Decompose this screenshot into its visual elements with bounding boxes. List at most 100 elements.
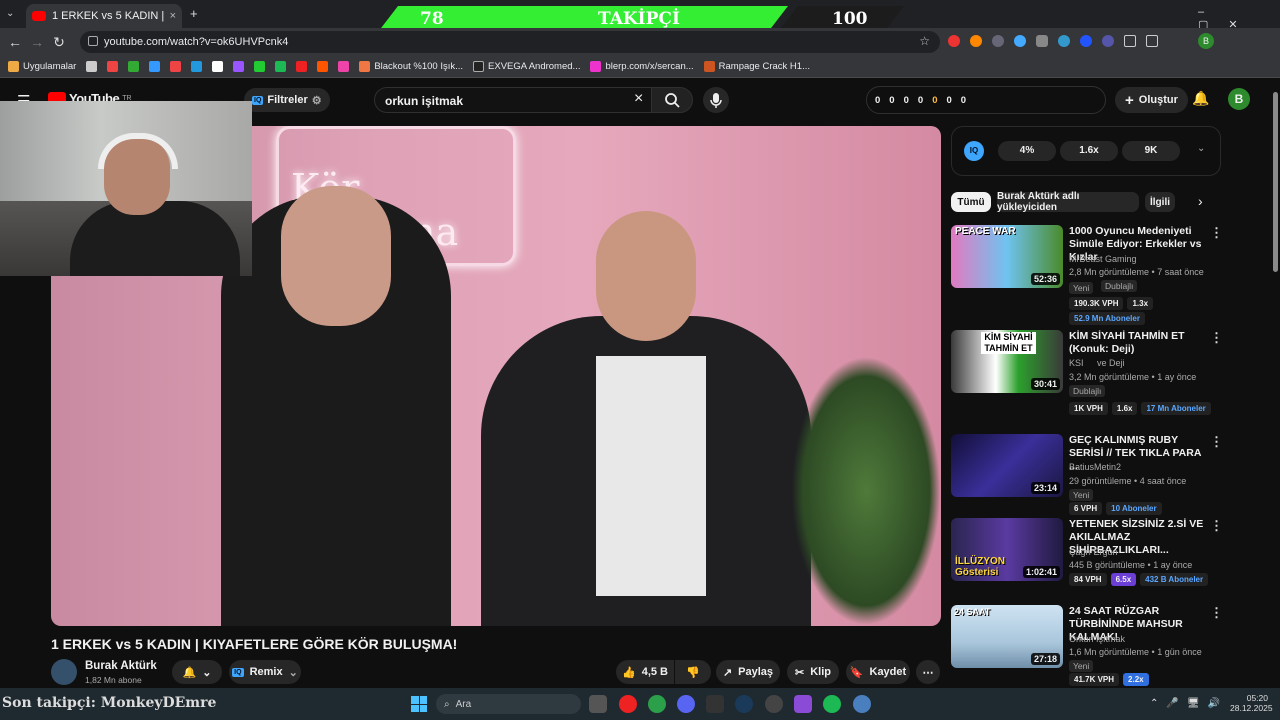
clear-search-icon[interactable]: × [634, 90, 643, 108]
app-icon[interactable] [853, 695, 871, 713]
obs-icon[interactable] [765, 695, 783, 713]
system-clock[interactable]: 05:20 28.12.2025 [1230, 693, 1273, 713]
bookmark-apps[interactable]: Uygulamalar [8, 61, 76, 72]
subscribed-bell-button[interactable]: 🔔 ⌄ [172, 660, 222, 684]
extension-icon[interactable] [948, 35, 960, 47]
bookmark-exvega[interactable]: EXVEGA Andromed... [473, 61, 580, 72]
bookmark-blackout[interactable]: Blackout %100 Işık... [359, 61, 463, 72]
bookmark-star-icon[interactable]: ☆ [919, 34, 930, 48]
search-input[interactable]: orkun işitmak [374, 87, 652, 113]
more-options-icon[interactable]: ⋮ [1210, 330, 1223, 346]
new-tab-button[interactable]: + [190, 6, 198, 21]
chip-all[interactable]: Tümü [951, 192, 991, 212]
bookmark-icon[interactable] [212, 61, 224, 72]
more-actions-button[interactable]: ⋯ [916, 660, 940, 684]
person-right-shirt [596, 356, 706, 596]
profile-avatar[interactable]: B [1198, 33, 1214, 49]
bookmark-icon[interactable] [86, 61, 98, 72]
app-icon[interactable] [794, 695, 812, 713]
tab-youtube[interactable]: 1 ERKEK vs 5 KADIN | KIYAFETLE × [26, 4, 182, 28]
duration-badge: 27:18 [1030, 653, 1060, 665]
chip-related[interactable]: İlgili [1145, 192, 1175, 212]
bookmark-icon[interactable] [296, 61, 308, 72]
recommendation-item[interactable]: İLLÜZYON Gösterisi 1:02:41 YETENEK SİZSİ… [951, 518, 1223, 608]
discord-icon[interactable] [677, 695, 695, 713]
taskbar-search[interactable]: ⌕ Ara [436, 694, 581, 714]
steam-icon[interactable] [735, 695, 753, 713]
more-options-icon[interactable]: ⋮ [1210, 225, 1223, 241]
like-button[interactable]: 👍 4,5 B [616, 660, 674, 684]
channel-avatar[interactable] [51, 659, 77, 685]
extension-icon[interactable] [1014, 35, 1026, 47]
scrollbar-thumb[interactable] [1273, 92, 1278, 272]
clip-button[interactable]: ✂ Klip [787, 660, 839, 684]
bookmark-icon[interactable] [338, 61, 350, 72]
notifications-icon[interactable]: 🔔 [1192, 90, 1209, 107]
bookmark-icon[interactable] [191, 61, 203, 72]
puzzle-icon[interactable] [1124, 35, 1136, 47]
filters-button[interactable]: IQ Filtreler ⚙ [244, 88, 330, 112]
extension-icon[interactable] [970, 35, 982, 47]
more-options-icon[interactable]: ⋮ [1210, 605, 1223, 621]
channel-name[interactable]: Burak Aktürk [85, 660, 157, 672]
chevron-right-icon[interactable]: › [1198, 193, 1203, 209]
epic-games-icon[interactable] [706, 695, 724, 713]
bookmark-icon[interactable] [149, 61, 161, 72]
chrome-icon[interactable] [648, 695, 666, 713]
extension-icon[interactable] [1102, 35, 1114, 47]
chevron-down-icon[interactable]: ⌄ [1197, 143, 1205, 154]
site-info-icon[interactable] [88, 36, 98, 46]
rec-stats: 41.7K VPH 2.2x [1069, 673, 1149, 686]
dislike-button[interactable]: 👎 [675, 660, 711, 684]
url-field[interactable]: youtube.com/watch?v=ok6UHVPcnk4 ☆ [80, 31, 940, 53]
bookmark-icon[interactable] [107, 61, 119, 72]
extension-icon[interactable] [1036, 35, 1048, 47]
windows-start-icon[interactable] [411, 696, 427, 712]
tab-list-icon[interactable]: ⌄ [6, 8, 14, 19]
side-panel-icon[interactable] [1146, 35, 1158, 47]
recommendation-item[interactable]: KİM SİYAHİ TAHMİN ET 30:41 KİM SİYAHİ TA… [951, 330, 1223, 420]
recommendation-item[interactable]: PEACE WAR 52:36 1000 Oyuncu Medeniyeti S… [951, 225, 1223, 325]
plant [791, 356, 941, 626]
share-button[interactable]: ↗ Paylaş [716, 660, 780, 684]
back-icon[interactable]: ← [4, 34, 26, 50]
more-options-icon[interactable]: ⋮ [1210, 518, 1223, 534]
reload-icon[interactable]: ↻ [48, 34, 70, 51]
forward-icon[interactable]: → [26, 34, 48, 50]
recommendation-item[interactable]: 24 SAAT 27:18 24 SAAT RÜZGAR TÜRBİNİNDE … [951, 605, 1223, 695]
close-tab-icon[interactable]: × [170, 10, 176, 22]
save-button[interactable]: 🔖 Kaydet [846, 660, 910, 684]
bookmark-rampage[interactable]: Rampage Crack H1... [703, 61, 810, 72]
extension-icon[interactable] [992, 35, 1004, 47]
bookmark-icon[interactable] [275, 61, 287, 72]
more-options-icon[interactable]: ⋮ [1210, 434, 1223, 450]
create-button[interactable]: + Oluştur [1115, 87, 1188, 113]
bookmark-icon[interactable] [317, 61, 329, 72]
chevron-down-icon: ⌄ [202, 666, 212, 679]
video-thumbnail[interactable]: PEACE WAR 52:36 [951, 225, 1063, 288]
extension-icon[interactable] [1058, 35, 1070, 47]
search-button[interactable] [651, 87, 693, 113]
video-thumbnail[interactable]: 24 SAAT 27:18 [951, 605, 1063, 668]
recommendation-item[interactable]: 23:14 GEÇ KALINMIŞ RUBY SERİSİ // TEK TI… [951, 434, 1223, 524]
task-view-icon[interactable] [589, 695, 607, 713]
chip-uploader[interactable]: Burak Aktürk adlı yükleyiciden [997, 191, 1139, 213]
extension-icon[interactable] [1080, 35, 1092, 47]
system-tray-icons[interactable]: ⌃🎤🖥🔊 [1150, 698, 1228, 709]
rec-meta: 2,8 Mn görüntüleme • 7 saat önce [1069, 267, 1204, 277]
iq-logo-icon: IQ [964, 141, 984, 161]
remix-button[interactable]: IQ Remix ⌄ [229, 660, 301, 684]
bookmark-icon[interactable] [128, 61, 140, 72]
page-scrollbar[interactable] [1271, 80, 1280, 688]
bookmark-blerp[interactable]: blerp.com/x/sercan... [590, 61, 694, 72]
bookmark-icon[interactable] [254, 61, 266, 72]
account-avatar[interactable]: B [1228, 88, 1250, 110]
voice-search-button[interactable] [703, 87, 729, 113]
opera-icon[interactable] [619, 695, 637, 713]
video-thumbnail[interactable]: 23:14 [951, 434, 1063, 497]
bookmark-icon[interactable] [233, 61, 245, 72]
spotify-icon[interactable] [823, 695, 841, 713]
video-thumbnail[interactable]: İLLÜZYON Gösterisi 1:02:41 [951, 518, 1063, 581]
video-thumbnail[interactable]: KİM SİYAHİ TAHMİN ET 30:41 [951, 330, 1063, 393]
bookmark-icon[interactable] [170, 61, 182, 72]
